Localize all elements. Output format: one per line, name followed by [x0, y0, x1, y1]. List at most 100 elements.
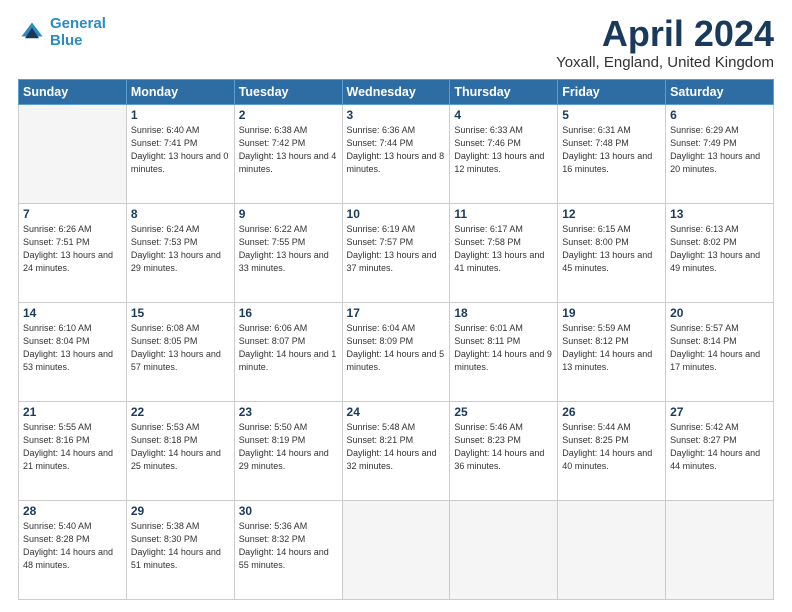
day-number: 6: [670, 108, 769, 122]
calendar-cell: 1Sunrise: 6:40 AMSunset: 7:41 PMDaylight…: [126, 105, 234, 204]
day-info: Sunrise: 5:38 AMSunset: 8:30 PMDaylight:…: [131, 520, 230, 572]
calendar-week-3: 21Sunrise: 5:55 AMSunset: 8:16 PMDayligh…: [19, 402, 774, 501]
day-number: 30: [239, 504, 338, 518]
calendar-cell: 15 Sunrise: 6:08 AMSunset: 8:05 PMDayligh…: [126, 303, 234, 402]
day-info: Sunrise: 5:48 AMSunset: 8:21 PMDaylight:…: [347, 421, 446, 473]
calendar-cell: 17 Sunrise: 6:04 AMSunset: 8:09 PMDayligh…: [342, 303, 450, 402]
day-info: Sunrise: 5:50 AMSunset: 8:19 PMDaylight:…: [239, 421, 338, 473]
calendar-cell: 13 Sunrise: 6:13 AMSunset: 8:02 PMDayligh…: [666, 204, 774, 303]
day-number: 20: [670, 306, 769, 320]
day-info: Sunrise: 6:29 AMSunset: 7:49 PMDaylight:…: [670, 124, 769, 176]
col-thursday: Thursday: [450, 80, 558, 105]
calendar-table: Sunday Monday Tuesday Wednesday Thursday…: [18, 79, 774, 600]
day-number: 1: [131, 108, 230, 122]
col-saturday: Saturday: [666, 80, 774, 105]
calendar-week-0: 1Sunrise: 6:40 AMSunset: 7:41 PMDaylight…: [19, 105, 774, 204]
logo-line1: General: [50, 15, 106, 32]
day-number: 7: [23, 207, 122, 221]
col-monday: Monday: [126, 80, 234, 105]
day-info: Sunrise: 6:08 AMSunset: 8:05 PMDaylight:…: [131, 322, 230, 374]
day-info: Sunrise: 6:15 AMSunset: 8:00 PMDaylight:…: [562, 223, 661, 275]
col-wednesday: Wednesday: [342, 80, 450, 105]
logo: General Blue: [18, 16, 106, 49]
calendar-cell: 16 Sunrise: 6:06 AMSunset: 8:07 PMDayligh…: [234, 303, 342, 402]
day-info: Sunrise: 6:22 AMSunset: 7:55 PMDaylight:…: [239, 223, 338, 275]
day-info: Sunrise: 5:36 AMSunset: 8:32 PMDaylight:…: [239, 520, 338, 572]
day-info: Sunrise: 5:44 AMSunset: 8:25 PMDaylight:…: [562, 421, 661, 473]
day-info: Sunrise: 5:57 AMSunset: 8:14 PMDaylight:…: [670, 322, 769, 374]
day-info: Sunrise: 6:24 AMSunset: 7:53 PMDaylight:…: [131, 223, 230, 275]
calendar-cell: [666, 501, 774, 600]
day-number: 28: [23, 504, 122, 518]
calendar-week-2: 14Sunrise: 6:10 AMSunset: 8:04 PMDayligh…: [19, 303, 774, 402]
col-sunday: Sunday: [19, 80, 127, 105]
calendar-cell: 7 Sunrise: 6:26 AMSunset: 7:51 PMDaylight…: [19, 204, 127, 303]
day-info: Sunrise: 5:46 AMSunset: 8:23 PMDaylight:…: [454, 421, 553, 473]
day-info: Sunrise: 5:42 AMSunset: 8:27 PMDaylight:…: [670, 421, 769, 473]
day-info: Sunrise: 6:26 AMSunset: 7:51 PMDaylight:…: [23, 223, 122, 275]
calendar-cell: 27Sunrise: 5:42 AMSunset: 8:27 PMDayligh…: [666, 402, 774, 501]
calendar-cell: 10Sunrise: 6:19 AMSunset: 7:57 PMDayligh…: [342, 204, 450, 303]
day-info: Sunrise: 6:06 AMSunset: 8:07 PMDaylight:…: [239, 322, 338, 374]
logo-text: General Blue: [50, 16, 106, 49]
location-title: Yoxall, England, United Kingdom: [556, 54, 774, 71]
calendar-cell: [558, 501, 666, 600]
day-number: 19: [562, 306, 661, 320]
calendar-cell: 12 Sunrise: 6:15 AMSunset: 8:00 PMDayligh…: [558, 204, 666, 303]
calendar-cell: 14Sunrise: 6:10 AMSunset: 8:04 PMDayligh…: [19, 303, 127, 402]
day-number: 9: [239, 207, 338, 221]
day-info: Sunrise: 6:31 AMSunset: 7:48 PMDaylight:…: [562, 124, 661, 176]
calendar-cell: 23 Sunrise: 5:50 AMSunset: 8:19 PMDayligh…: [234, 402, 342, 501]
day-number: 23: [239, 405, 338, 419]
calendar-cell: 5Sunrise: 6:31 AMSunset: 7:48 PMDaylight…: [558, 105, 666, 204]
day-number: 22: [131, 405, 230, 419]
calendar-cell: [450, 501, 558, 600]
calendar-header-row: Sunday Monday Tuesday Wednesday Thursday…: [19, 80, 774, 105]
day-info: Sunrise: 5:40 AMSunset: 8:28 PMDaylight:…: [23, 520, 122, 572]
day-number: 24: [347, 405, 446, 419]
calendar-cell: 11 Sunrise: 6:17 AMSunset: 7:58 PMDayligh…: [450, 204, 558, 303]
day-number: 16: [239, 306, 338, 320]
title-block: April 2024 Yoxall, England, United Kingd…: [556, 16, 774, 71]
calendar-cell: 18Sunrise: 6:01 AMSunset: 8:11 PMDayligh…: [450, 303, 558, 402]
day-number: 11: [454, 207, 553, 221]
day-info: Sunrise: 6:38 AMSunset: 7:42 PMDaylight:…: [239, 124, 338, 176]
logo-line2: Blue: [50, 32, 83, 49]
day-number: 29: [131, 504, 230, 518]
calendar-cell: 3Sunrise: 6:36 AMSunset: 7:44 PMDaylight…: [342, 105, 450, 204]
col-friday: Friday: [558, 80, 666, 105]
calendar-cell: 28 Sunrise: 5:40 AMSunset: 8:28 PMDayligh…: [19, 501, 127, 600]
header: General Blue April 2024 Yoxall, England,…: [18, 16, 774, 71]
day-info: Sunrise: 6:33 AMSunset: 7:46 PMDaylight:…: [454, 124, 553, 176]
month-title: April 2024: [556, 16, 774, 52]
calendar-cell: 21Sunrise: 5:55 AMSunset: 8:16 PMDayligh…: [19, 402, 127, 501]
calendar-cell: 26Sunrise: 5:44 AMSunset: 8:25 PMDayligh…: [558, 402, 666, 501]
day-info: Sunrise: 6:10 AMSunset: 8:04 PMDaylight:…: [23, 322, 122, 374]
logo-icon: [18, 19, 46, 47]
day-number: 2: [239, 108, 338, 122]
page: General Blue April 2024 Yoxall, England,…: [0, 0, 792, 612]
calendar-cell: 8Sunrise: 6:24 AMSunset: 7:53 PMDaylight…: [126, 204, 234, 303]
calendar-cell: 29 Sunrise: 5:38 AMSunset: 8:30 PMDayligh…: [126, 501, 234, 600]
calendar-cell: 24 Sunrise: 5:48 AMSunset: 8:21 PMDayligh…: [342, 402, 450, 501]
day-number: 15: [131, 306, 230, 320]
day-info: Sunrise: 6:01 AMSunset: 8:11 PMDaylight:…: [454, 322, 553, 374]
day-info: Sunrise: 6:17 AMSunset: 7:58 PMDaylight:…: [454, 223, 553, 275]
day-info: Sunrise: 6:13 AMSunset: 8:02 PMDaylight:…: [670, 223, 769, 275]
day-number: 13: [670, 207, 769, 221]
day-info: Sunrise: 6:04 AMSunset: 8:09 PMDaylight:…: [347, 322, 446, 374]
day-number: 4: [454, 108, 553, 122]
day-number: 25: [454, 405, 553, 419]
col-tuesday: Tuesday: [234, 80, 342, 105]
calendar-week-1: 7 Sunrise: 6:26 AMSunset: 7:51 PMDaylight…: [19, 204, 774, 303]
calendar-cell: 4 Sunrise: 6:33 AMSunset: 7:46 PMDaylight…: [450, 105, 558, 204]
calendar-cell: 19Sunrise: 5:59 AMSunset: 8:12 PMDayligh…: [558, 303, 666, 402]
day-info: Sunrise: 5:55 AMSunset: 8:16 PMDaylight:…: [23, 421, 122, 473]
calendar-cell: 2 Sunrise: 6:38 AMSunset: 7:42 PMDaylight…: [234, 105, 342, 204]
day-number: 17: [347, 306, 446, 320]
day-info: Sunrise: 6:36 AMSunset: 7:44 PMDaylight:…: [347, 124, 446, 176]
day-number: 10: [347, 207, 446, 221]
calendar-cell: [19, 105, 127, 204]
calendar-week-4: 28 Sunrise: 5:40 AMSunset: 8:28 PMDayligh…: [19, 501, 774, 600]
day-number: 12: [562, 207, 661, 221]
